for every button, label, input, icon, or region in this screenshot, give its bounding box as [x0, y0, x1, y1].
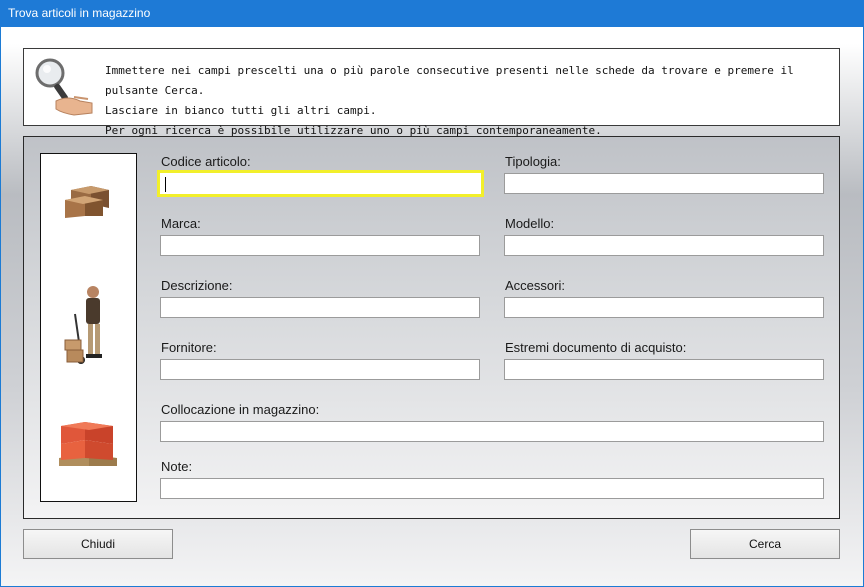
descrizione-label: Descrizione: — [161, 278, 233, 293]
collocazione-input[interactable] — [160, 421, 824, 442]
instruction-line: Immettere nei campi prescelti una o più … — [105, 64, 794, 97]
marca-label: Marca: — [161, 216, 201, 231]
descrizione-input[interactable] — [160, 297, 480, 318]
search-fields-panel: Codice articolo: Tipologia: Marca: Model… — [23, 136, 840, 519]
window-title: Trova articoli in magazzino — [8, 6, 151, 20]
fornitore-input[interactable] — [160, 359, 480, 380]
fornitore-label: Fornitore: — [161, 340, 217, 355]
codice-articolo-input[interactable] — [157, 170, 484, 197]
text-caret — [165, 177, 166, 192]
accessori-label: Accessori: — [505, 278, 565, 293]
dialog-body: Immettere nei campi prescelti una o più … — [1, 27, 863, 586]
side-image-strip — [40, 153, 137, 502]
collocazione-label: Collocazione in magazzino: — [161, 402, 320, 417]
note-label: Note: — [161, 459, 193, 474]
search-button[interactable]: Cerca — [690, 529, 840, 559]
pallet-boxes-icon — [59, 422, 117, 466]
marca-input[interactable] — [160, 235, 480, 256]
close-button[interactable]: Chiudi — [23, 529, 173, 559]
magnifier-hand-icon — [35, 58, 93, 116]
estremi-documento-label: Estremi documento di acquisto: — [505, 340, 687, 355]
tipologia-label: Tipologia: — [505, 154, 561, 169]
note-input[interactable] — [160, 478, 824, 499]
window-titlebar[interactable]: Trova articoli in magazzino — [0, 0, 864, 27]
modello-input[interactable] — [504, 235, 824, 256]
delivery-man-icon — [64, 286, 102, 364]
instruction-line: Lasciare in bianco tutti gli altri campi… — [105, 104, 377, 117]
accessori-input[interactable] — [504, 297, 824, 318]
instructions-text: Immettere nei campi prescelti una o più … — [105, 61, 839, 141]
codice-articolo-label: Codice articolo: — [161, 154, 251, 169]
modello-label: Modello: — [505, 216, 555, 231]
estremi-documento-input[interactable] — [504, 359, 824, 380]
tipologia-input[interactable] — [504, 173, 824, 194]
boxes-icon — [65, 186, 109, 218]
instructions-box: Immettere nei campi prescelti una o più … — [23, 48, 840, 137]
